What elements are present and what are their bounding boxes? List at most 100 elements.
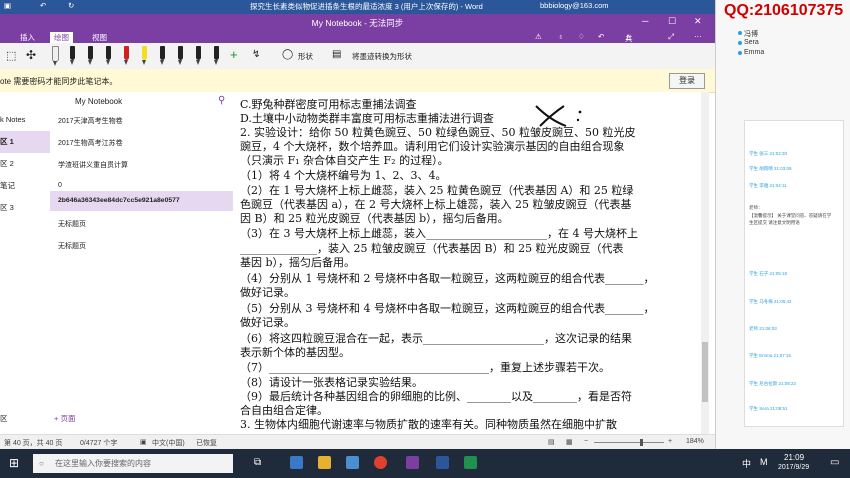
section-item-active[interactable]: 区 1: [0, 131, 50, 153]
store-icon[interactable]: [346, 456, 359, 469]
ink-to-shape-button[interactable]: 将墨迹转换为形状: [352, 51, 412, 62]
maximize-icon[interactable]: ☐: [668, 16, 676, 27]
add-pen-icon[interactable]: +: [230, 47, 238, 62]
doc-line: （只演示 F₁ 杂合体自交产生 F₂ 的过程）。: [240, 154, 449, 167]
taskbar-search-input[interactable]: ○ 在这里输入你要搜索的内容: [33, 454, 233, 473]
chat-panel[interactable]: 学生 张三 21:02:30 学生 胡雨晴 21:03:09 学生 李雅 21:…: [744, 120, 844, 427]
chat-line: 学生 Emma 21:07:15: [749, 353, 792, 358]
page-item[interactable]: 2017生物高考江苏卷: [58, 138, 123, 148]
black-pen-icon[interactable]: [106, 46, 111, 65]
word-icon: ▣: [4, 1, 12, 10]
tab-view[interactable]: 视图: [92, 32, 107, 43]
add-section-button[interactable]: 区: [0, 413, 8, 424]
ruler-icon[interactable]: ↯: [252, 49, 260, 60]
online-dot-icon: [738, 41, 742, 45]
warning-icon[interactable]: ⚠: [535, 32, 542, 41]
space-icon[interactable]: ✣: [26, 48, 36, 62]
doc-line: 合自由组合定律。: [240, 404, 328, 417]
section-item[interactable]: 区 3: [0, 197, 50, 219]
search-icon[interactable]: ⚲: [218, 95, 225, 106]
zoom-in-icon[interactable]: +: [668, 438, 672, 445]
minimize-icon[interactable]: ─: [642, 16, 648, 26]
shapes-button[interactable]: 形状: [298, 51, 313, 62]
language[interactable]: 中文(中国): [152, 438, 185, 448]
black-pen-icon[interactable]: [178, 46, 183, 65]
clock-time[interactable]: 21:09: [784, 453, 804, 462]
notebook-name[interactable]: My Notebook: [75, 97, 122, 106]
ime-indicator[interactable]: 中: [742, 457, 751, 470]
file-explorer-icon[interactable]: [318, 456, 331, 469]
page-item[interactable]: 无标题页: [58, 219, 86, 229]
task-view-icon[interactable]: ⧉: [254, 457, 261, 468]
yellow-highlighter-icon[interactable]: [142, 46, 147, 65]
more-icon[interactable]: ⋯: [694, 32, 702, 41]
black-pen-icon[interactable]: [70, 46, 75, 65]
print-layout-icon[interactable]: ▦: [566, 438, 573, 446]
user-item[interactable]: 冯博: [744, 29, 758, 39]
onenote-window-title: My Notebook - 无法同步: [311, 18, 404, 28]
page-item[interactable]: 无标题页: [58, 241, 86, 251]
close-icon[interactable]: ✕: [694, 16, 702, 27]
word-taskbar-icon[interactable]: [436, 456, 449, 469]
red-pen-icon[interactable]: [124, 46, 129, 65]
page-count[interactable]: 第 40 页，共 40 页: [4, 438, 62, 448]
page-item[interactable]: 2017天津高考生物卷: [58, 116, 123, 126]
online-dot-icon: [738, 51, 742, 55]
black-pen-icon[interactable]: [160, 46, 165, 65]
ink-to-shape-icon[interactable]: ▤: [332, 49, 341, 60]
redo-icon[interactable]: ↻: [68, 1, 74, 10]
doc-line: ______________，装入 25 粒皱皮豌豆（代表基因 B）和 25 粒…: [240, 242, 624, 255]
chrome-icon[interactable]: [374, 456, 387, 469]
read-mode-icon[interactable]: ▤: [548, 438, 555, 446]
section-item[interactable]: k Notes: [0, 109, 50, 131]
undo-icon[interactable]: ↶: [598, 32, 604, 41]
proofing-icon[interactable]: ▣: [140, 438, 147, 446]
eraser-pen-icon[interactable]: [52, 46, 59, 66]
undo-icon[interactable]: ↶: [40, 1, 46, 10]
page-item[interactable]: 0: [58, 182, 62, 189]
ime-mode[interactable]: M: [760, 457, 768, 467]
page-item[interactable]: 学渣班讲义重自贯计算: [58, 160, 128, 170]
black-pen-icon[interactable]: [214, 46, 219, 65]
zoom-out-icon[interactable]: −: [584, 438, 588, 445]
edge-icon[interactable]: [290, 456, 303, 469]
doc-line: 做好记录。: [240, 316, 295, 329]
zoom-slider[interactable]: [594, 442, 664, 443]
tab-insert[interactable]: 插入: [20, 32, 35, 43]
recovered-state: 已恢复: [196, 440, 217, 447]
login-button[interactable]: 登录: [669, 73, 705, 89]
black-pen-icon[interactable]: [196, 46, 201, 65]
onenote-taskbar-icon[interactable]: [406, 456, 419, 469]
tab-draw[interactable]: 绘图: [50, 32, 73, 43]
lasso-icon[interactable]: ⬚: [6, 49, 16, 62]
doc-line: 豌豆，4 个大烧杯，数个培养皿。请利用它们设计实验演示基因的自由组合现象: [240, 140, 625, 153]
user-item[interactable]: Sera: [744, 39, 759, 46]
add-page-button[interactable]: + 页面: [54, 413, 75, 424]
expand-icon[interactable]: ⤢: [668, 32, 674, 42]
section-item[interactable]: 区 2: [0, 153, 50, 175]
shapes-icon[interactable]: ◯: [282, 49, 293, 60]
chat-line: 学生 胡雨晴 21:03:09: [749, 166, 792, 171]
black-pen-icon[interactable]: [88, 46, 93, 65]
app-taskbar-icon[interactable]: [464, 456, 477, 469]
bell-icon[interactable]: ♢: [578, 32, 585, 41]
document-canvas[interactable]: C.野兔种群密度可用标志重捕法调查 D.土壤中小动物类群丰富度可用标志重捕法进行…: [234, 92, 709, 434]
doc-line: 基因 b），摇匀后备用。: [240, 256, 356, 269]
windows-start-icon[interactable]: ⊞: [9, 456, 19, 470]
zoom-slider-thumb[interactable]: [640, 439, 643, 446]
zoom-level[interactable]: 184%: [686, 438, 704, 445]
qq-watermark: QQ:2106107375: [724, 2, 844, 19]
notification-icon[interactable]: ▭: [830, 457, 839, 468]
word-count[interactable]: 0/4727 个字: [80, 438, 117, 448]
clock-date[interactable]: 2017/9/29: [778, 464, 809, 471]
doc-line: （2）在 1 号大烧杯上标上雌蕊，装入 25 粒黄色豌豆（代表基因 A）和 25…: [240, 184, 634, 197]
section-item[interactable]: 笔记: [0, 175, 50, 197]
page-item-active[interactable]: 2b646a36343ee84dc7cc5e921a8e0577: [58, 197, 180, 204]
user-item[interactable]: Emma: [744, 49, 764, 56]
lightbulb-icon[interactable]: ♁: [558, 32, 564, 41]
scrollbar-thumb[interactable]: [702, 342, 708, 402]
section-list: k Notes 区 1 区 2 笔记 区 3 区: [0, 109, 51, 434]
doc-line: （8）请设计一张表格记录实验结果。: [240, 376, 423, 389]
doc-line: （6）将这四粒豌豆混合在一起，表示______________________，…: [240, 332, 632, 345]
chat-line: 【温馨提示】 关于课堂问答、答疑请在学: [749, 213, 832, 218]
